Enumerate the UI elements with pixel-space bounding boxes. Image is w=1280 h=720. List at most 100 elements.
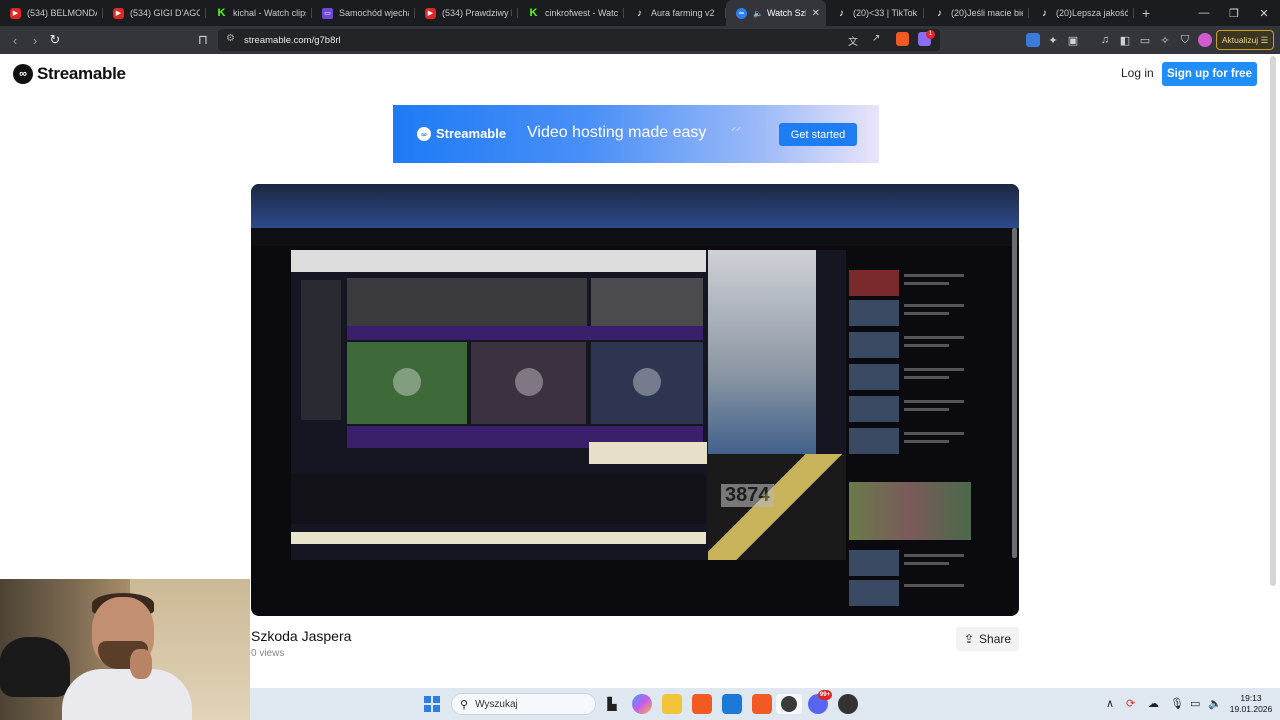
reload-icon[interactable]: ↻ xyxy=(46,31,64,49)
streamable-logo[interactable]: ∞ Streamable xyxy=(13,64,126,84)
taskbar-search[interactable]: ⚲ Wyszukaj xyxy=(451,693,596,715)
browser-toolbar: ‹ › ↻ ⊓ ⚙ streamable.com/g7b8rl 文 ↗ 1 ✦ … xyxy=(0,26,1280,54)
browser-tab[interactable]: ▶ (534) BELMONDAW xyxy=(0,0,103,26)
rewards-badge: 1 xyxy=(926,30,935,39)
bookmark-icon[interactable]: ⊓ xyxy=(194,31,212,49)
webcam-overlay xyxy=(0,579,250,720)
site-info-icon[interactable]: ⚙ xyxy=(226,33,235,44)
wallet-card-icon[interactable]: ▭ xyxy=(1138,33,1152,47)
close-window-icon[interactable]: ✕ xyxy=(1248,0,1280,26)
restore-icon[interactable]: ❐ xyxy=(1218,0,1250,26)
obs-icon[interactable] xyxy=(776,694,802,714)
brave-icon[interactable] xyxy=(692,694,712,714)
banner-tagline: Video hosting made easy xyxy=(527,124,707,141)
copilot-icon[interactable] xyxy=(632,694,652,714)
sparkle-icon: ⸝⸝ xyxy=(731,122,741,133)
share-label: Share xyxy=(979,632,1012,646)
video-frame-browser-chrome xyxy=(251,184,1019,228)
browser-tab[interactable]: ▭ Samochód wjechał xyxy=(312,0,415,26)
clock-date: 19.01.2026 xyxy=(1229,704,1273,714)
mic-tray-icon[interactable]: 🎙 xyxy=(1170,697,1184,710)
browser-tab[interactable]: ♪ (20)<33 | TikTok xyxy=(826,0,924,26)
vpn-icon[interactable]: ⛉ xyxy=(1178,33,1192,47)
video-frame-counter: 3874 xyxy=(721,484,774,507)
kick-icon: K xyxy=(217,7,226,19)
browser-tab[interactable]: ♪ (20)Jeśli macie bież xyxy=(924,0,1029,26)
back-icon[interactable]: ‹ xyxy=(6,31,24,49)
tab-strip: ▶ (534) BELMONDAW ▶ (534) GIGI D'AGOST Kkich… xyxy=(0,0,1280,26)
kick-icon: K xyxy=(529,7,538,19)
tray-overflow-icon[interactable]: ∧ xyxy=(1106,697,1114,710)
video-views: 0 views xyxy=(251,648,285,659)
streamable-logo-text: Streamable xyxy=(37,64,126,83)
browser-tab[interactable]: ▶ (534) GIGI D'AGOST xyxy=(103,0,206,26)
update-button[interactable]: Aktualizuj ☰ xyxy=(1216,30,1274,50)
share-button[interactable]: ⇪ Share xyxy=(956,627,1019,651)
microphone xyxy=(0,637,70,697)
extensions-icon[interactable]: ✦ xyxy=(1046,33,1060,47)
youtube-icon: ▶ xyxy=(10,7,21,19)
close-tab-icon[interactable]: ✕ xyxy=(812,8,820,19)
browser-tab-title: (534) Prawdziwy Lo xyxy=(442,8,512,18)
browser-tab[interactable]: ♪ (20)Lepsza jakość , xyxy=(1029,0,1134,26)
sidebar-icon[interactable]: ◧ xyxy=(1118,33,1132,47)
youtube-icon: ▶ xyxy=(425,7,436,19)
url-text[interactable]: streamable.com/g7b8rl xyxy=(244,35,341,46)
share-page-icon[interactable]: ↗ xyxy=(872,33,880,44)
browser-tab-title: Samochód wjechał xyxy=(339,8,409,18)
video-frame-grid xyxy=(849,482,971,540)
browser-tab[interactable]: ♪ Aura farming v2 xyxy=(624,0,726,26)
file-explorer-icon[interactable] xyxy=(662,694,682,714)
twitch-icon: ▭ xyxy=(322,7,333,19)
tiktok-icon: ♪ xyxy=(937,7,942,19)
clock-time: 19:13 xyxy=(1240,693,1262,703)
browser-tab-title: (20)Lepsza jakość , xyxy=(1056,8,1128,18)
brave-active-icon[interactable] xyxy=(752,694,772,714)
address-bar[interactable]: ⚙ streamable.com/g7b8rl 文 ↗ 1 xyxy=(218,29,940,51)
brave-shields-icon[interactable] xyxy=(896,32,909,46)
video-frame-webcam xyxy=(708,250,816,454)
media-icon[interactable]: ♫ xyxy=(1098,33,1112,47)
login-link[interactable]: Log in xyxy=(1121,66,1154,80)
browser-tab-title: cinkrofwest - Watch xyxy=(545,8,618,18)
task-view-icon[interactable]: ▙ xyxy=(602,694,622,714)
video-frame-sidebar xyxy=(849,250,969,606)
network-icon[interactable]: ▭ xyxy=(1190,697,1200,710)
update-label: Aktualizuj xyxy=(1221,35,1259,45)
browser-tab-title: kichal - Watch clips xyxy=(233,8,306,18)
browser-tab[interactable]: Kkichal - Watch clips xyxy=(206,0,312,26)
profile-icon[interactable] xyxy=(1198,33,1212,47)
video-player[interactable]: 3874 xyxy=(251,184,1019,616)
wallet-icon[interactable] xyxy=(1026,33,1040,47)
forward-icon[interactable]: › xyxy=(26,31,44,49)
taskbar: ⚲ Wyszukaj ▙ 99+ ∧ ⟳ ☁ 🎙 ▭ 🔈 19:13 19.01… xyxy=(250,688,1280,720)
start-icon[interactable] xyxy=(424,696,440,712)
browser-tab[interactable]: Kcinkrofwest - Watch xyxy=(518,0,624,26)
store-icon[interactable] xyxy=(722,694,742,714)
browser-tab[interactable]: ∞ 🔈Watch Szkoc ✕ xyxy=(726,0,826,26)
promo-banner[interactable]: ∞ Streamable Video hosting made easy ⸝⸝ … xyxy=(393,105,879,163)
signup-button[interactable]: Sign up for free xyxy=(1162,62,1257,86)
minimize-icon[interactable]: — xyxy=(1188,0,1220,26)
share-icon: ⇪ xyxy=(963,632,975,646)
discord-badge: 99+ xyxy=(818,690,832,700)
volume-icon[interactable]: 🔈 xyxy=(1208,697,1222,710)
page-scrollbar[interactable] xyxy=(1270,56,1276,586)
browser-tab[interactable]: ▶ (534) Prawdziwy Lo xyxy=(415,0,518,26)
taskbar-search-placeholder: Wyszukaj xyxy=(475,698,518,710)
sidebar-tabs-icon[interactable]: ▣ xyxy=(1066,33,1080,47)
cloud-icon[interactable]: ☁ xyxy=(1148,697,1159,710)
new-tab-button[interactable]: + xyxy=(1142,5,1150,21)
video-frame-graphic xyxy=(708,454,846,560)
tab-audio-icon[interactable]: 🔈 xyxy=(753,9,763,18)
video-title: Szkoda Jaspera xyxy=(251,628,352,644)
translate-icon[interactable]: 文 xyxy=(848,33,858,48)
browser-tab-title: (20)<33 | TikTok xyxy=(853,8,918,18)
leo-ai-icon[interactable]: ✧ xyxy=(1158,33,1172,47)
sync-icon[interactable]: ⟳ xyxy=(1126,697,1135,710)
clock[interactable]: 19:13 19.01.2026 xyxy=(1222,693,1280,715)
app-icon[interactable] xyxy=(838,694,858,714)
streamable-logo-icon: ∞ xyxy=(13,64,33,84)
browser-tab-title: (534) BELMONDAW xyxy=(27,8,97,18)
get-started-button[interactable]: Get started xyxy=(779,123,857,146)
